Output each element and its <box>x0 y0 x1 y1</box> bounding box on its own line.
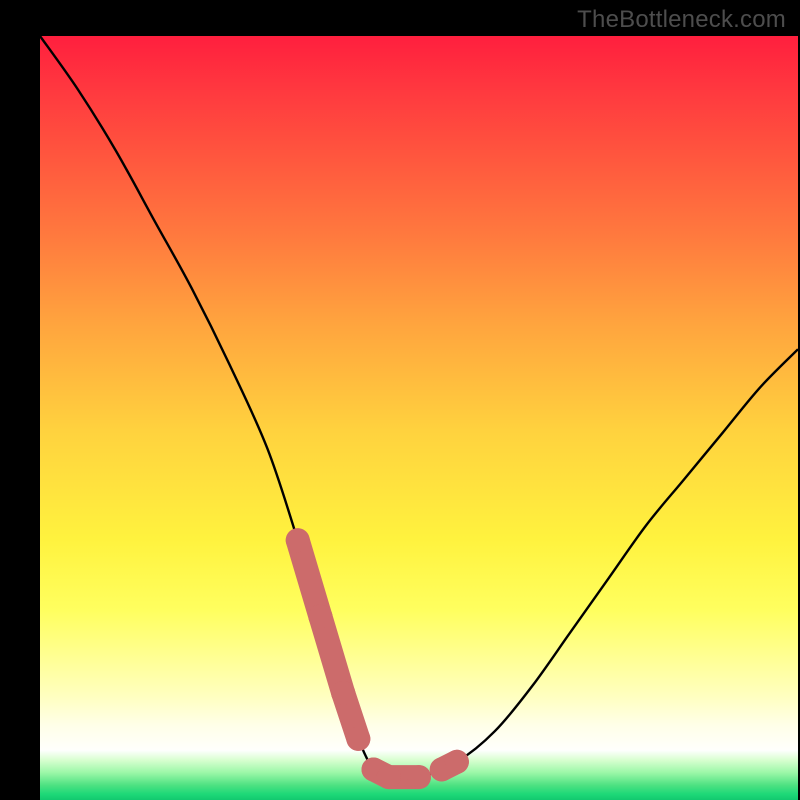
bottleneck-curve <box>40 36 798 779</box>
highlight-dot <box>286 528 310 552</box>
highlight-dot <box>377 765 401 789</box>
highlight-dot <box>346 727 370 751</box>
watermark-text: TheBottleneck.com <box>577 6 786 34</box>
curve-layer <box>40 36 798 800</box>
highlight-dot <box>407 765 431 789</box>
highlight-markers <box>286 528 469 789</box>
highlight-dot <box>445 750 469 774</box>
chart-frame: TheBottleneck.com <box>0 0 800 800</box>
highlight-dot <box>308 605 332 629</box>
highlight-dot <box>331 681 355 705</box>
plot-area <box>40 36 798 800</box>
